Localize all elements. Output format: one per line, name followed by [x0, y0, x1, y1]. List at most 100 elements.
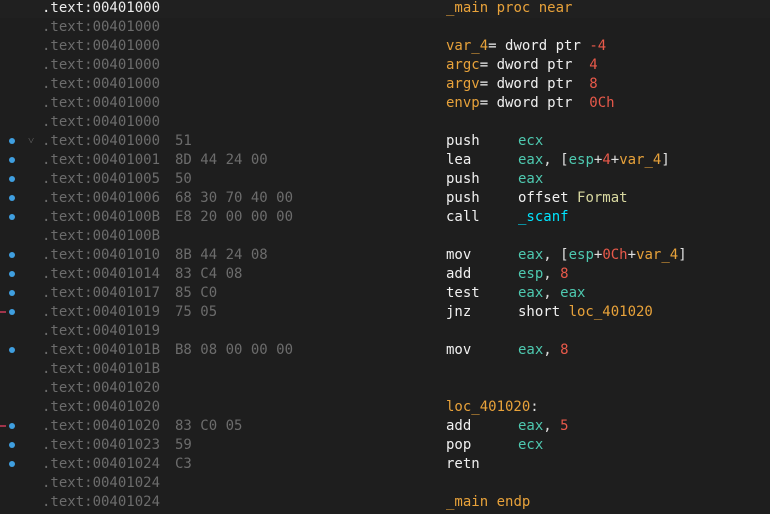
mnemonic[interactable]: push	[446, 189, 480, 208]
execution-dot-icon[interactable]	[9, 214, 15, 220]
operands[interactable]: ecx	[518, 436, 543, 455]
mnemonic[interactable]: var_4= dword ptr -4	[446, 37, 606, 56]
operand-token: ,	[543, 418, 561, 434]
operands[interactable]: short loc_401020	[518, 303, 653, 322]
code-token: mov	[446, 342, 472, 358]
mnemonic[interactable]: pop	[446, 436, 471, 455]
operand-token: ]	[678, 247, 687, 263]
operands[interactable]: offset Format	[518, 189, 628, 208]
execution-dot-icon[interactable]	[9, 461, 15, 467]
execution-dot-icon[interactable]	[9, 176, 15, 182]
listing-row[interactable]: .text:00401024	[0, 474, 770, 493]
listing-row[interactable]: .text:00401000 _main proc near	[0, 0, 770, 18]
listing-row[interactable]: .text:0040100B	[0, 227, 770, 246]
mnemonic[interactable]: argc= dword ptr 4	[446, 56, 598, 75]
listing-row[interactable]: .text:00401000 envp= dword ptr 0Ch	[0, 94, 770, 113]
listing-row[interactable]: .text:00401020 83 C0 05 add eax, 5	[0, 417, 770, 436]
code-token: proc near	[488, 0, 573, 16]
mnemonic[interactable]: argv= dword ptr 8	[446, 75, 598, 94]
execution-dot-icon[interactable]	[9, 290, 15, 296]
listing-row[interactable]: .text:00401000	[0, 113, 770, 132]
operand-token: +	[610, 152, 620, 168]
execution-dot-icon[interactable]	[9, 309, 15, 315]
listing-row[interactable]: .text:00401000	[0, 18, 770, 37]
listing-row[interactable]: .text:00401019	[0, 322, 770, 341]
listing-row[interactable]: .text:0040101B B8 08 00 00 00 mov eax, 8	[0, 341, 770, 360]
disassembly-view[interactable]: .text:00401000 _main proc near .text:00401…	[0, 0, 770, 514]
listing-row[interactable]: .text:00401000 argc= dword ptr 4	[0, 56, 770, 75]
listing-row[interactable]: .text:00401020	[0, 379, 770, 398]
listing-row[interactable]: .text:00401001 8D 44 24 00 lea eax, [esp+4+…	[0, 151, 770, 170]
mnemonic[interactable]: mov	[446, 341, 471, 360]
mnemonic[interactable]: mov	[446, 246, 471, 265]
operands[interactable]: eax, [esp+0Ch+var_4]	[518, 246, 687, 265]
listing-row[interactable]: .text:00401000 argv= dword ptr 8	[0, 75, 770, 94]
listing-row[interactable]: .text:00401024 C3 retn	[0, 455, 770, 474]
mnemonic[interactable]: _main proc near	[446, 0, 572, 18]
address: .text:00401001	[42, 152, 161, 168]
operands[interactable]: eax, eax	[518, 284, 585, 303]
mnemonic[interactable]: _main endp	[446, 493, 530, 512]
listing-row[interactable]: .text:00401024 _main endp	[0, 493, 770, 512]
operand-token: esp	[568, 247, 594, 263]
operand-token: _scanf	[518, 209, 569, 225]
mnemonic[interactable]: push	[446, 170, 480, 189]
listing-row[interactable]: .text:00401006 68 30 70 40 00 push offset F…	[0, 189, 770, 208]
address: .text:00401020	[42, 399, 161, 415]
listing-row[interactable]: .text:00401014 83 C4 08 add esp, 8	[0, 265, 770, 284]
execution-dot-icon[interactable]	[9, 138, 15, 144]
address: .text:00401024	[42, 494, 161, 510]
opcode-bytes: 59	[175, 437, 192, 453]
listing-row[interactable]: .text:0040101B	[0, 360, 770, 379]
operand-token: eax	[518, 247, 544, 263]
opcode-bytes: 8B 44 24 08	[175, 247, 268, 263]
opcode-bytes: 68 30 70 40 00	[175, 190, 294, 206]
execution-dot-icon[interactable]	[9, 252, 15, 258]
address: .text:0040100B	[42, 209, 161, 225]
execution-dot-icon[interactable]	[9, 271, 15, 277]
operands[interactable]: eax, [esp+4+var_4]	[518, 151, 670, 170]
address: .text:00401000	[42, 95, 161, 111]
operands[interactable]: _scanf	[518, 208, 569, 227]
code-token: = dword ptr	[488, 38, 590, 54]
mnemonic[interactable]: lea	[446, 151, 471, 170]
listing-row[interactable]: .text:00401017 85 C0 test eax, eax	[0, 284, 770, 303]
operands[interactable]: esp, 8	[518, 265, 569, 284]
mnemonic[interactable]: add	[446, 417, 471, 436]
operands[interactable]: eax, 8	[518, 341, 569, 360]
mnemonic[interactable]: push	[446, 132, 480, 151]
operands[interactable]: eax, 5	[518, 417, 569, 436]
mnemonic[interactable]: test	[446, 284, 480, 303]
mnemonic[interactable]: envp= dword ptr 0Ch	[446, 94, 615, 113]
listing-row[interactable]: .text:00401019 75 05 jnz short loc_401020	[0, 303, 770, 322]
execution-dot-icon[interactable]	[9, 442, 15, 448]
code-token: = dword ptr	[479, 95, 590, 111]
listing-row[interactable]: .text:00401010 8B 44 24 08 mov eax, [esp +0C…	[0, 246, 770, 265]
mnemonic[interactable]: call	[446, 208, 480, 227]
execution-dot-icon[interactable]	[9, 157, 15, 163]
operand-token: Format	[577, 190, 628, 206]
address: .text:00401024	[42, 475, 161, 491]
operands[interactable]: ecx	[518, 132, 543, 151]
operands[interactable]: eax	[518, 170, 543, 189]
listing-row[interactable]: .text:00401023 59 pop ecx	[0, 436, 770, 455]
mnemonic[interactable]: loc_401020:	[446, 398, 539, 417]
code-token: _main	[446, 494, 489, 510]
execution-dot-icon[interactable]	[9, 423, 15, 429]
code-token: mov	[446, 247, 472, 263]
mnemonic[interactable]: add	[446, 265, 471, 284]
mnemonic[interactable]: retn	[446, 455, 480, 474]
listing-row[interactable]: .text:00401000 var_4= dword ptr -4	[0, 37, 770, 56]
listing-row[interactable]: .text:0040100B E8 20 00 00 00 call _scanf	[0, 208, 770, 227]
mnemonic[interactable]: jnz	[446, 303, 471, 322]
operand-token: eax	[518, 171, 544, 187]
listing-row[interactable]: ˅ .text:00401000 51 push ecx	[0, 132, 770, 151]
code-token: 4	[589, 57, 598, 73]
listing-row[interactable]: .text:00401020 loc_401020:	[0, 398, 770, 417]
execution-dot-icon[interactable]	[9, 347, 15, 353]
address: .text:00401000	[42, 114, 161, 130]
fold-arrow-icon[interactable]: ˅	[28, 131, 34, 150]
listing-row[interactable]: .text:00401005 50 push eax	[0, 170, 770, 189]
execution-dot-icon[interactable]	[9, 195, 15, 201]
code-token: envp	[446, 95, 480, 111]
